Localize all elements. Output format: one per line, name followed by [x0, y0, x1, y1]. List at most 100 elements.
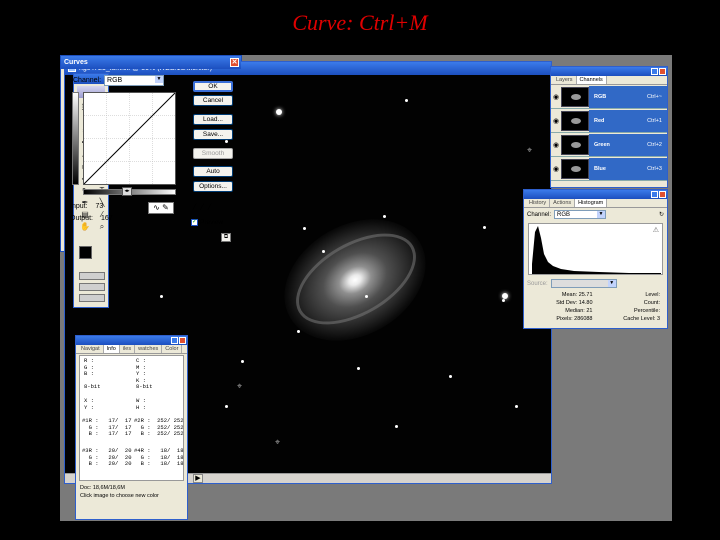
channel-shortcut: Ctrl+3 — [647, 165, 662, 172]
tab-actions[interactable]: Actions — [550, 199, 576, 207]
color-sampler-marker[interactable]: ⌖ — [527, 145, 532, 156]
color-sampler-marker[interactable]: ⌖ — [275, 437, 280, 448]
gray-eyedropper-icon[interactable]: ⁄ — [202, 202, 210, 212]
tab-color[interactable]: Color — [162, 345, 183, 353]
foreground-color-swatch[interactable] — [79, 246, 92, 259]
info-hint: Click image to choose new color — [80, 493, 159, 499]
expand-dialog-icon[interactable]: ⧉ — [221, 233, 231, 242]
visibility-eye-icon[interactable]: ◉ — [551, 117, 561, 125]
smooth-button[interactable]: Smooth — [193, 148, 233, 159]
quick-mask-button[interactable] — [79, 272, 105, 280]
tab-swatches[interactable]: watches — [135, 345, 163, 353]
info-readout: R : G : B : 8-bit C : M : Y : K : 8-bit … — [79, 355, 184, 481]
save-button[interactable]: Save... — [193, 129, 233, 140]
histogram-channel-select[interactable]: RGB ▼ — [554, 210, 607, 219]
stat-value: 25.71 — [578, 292, 593, 298]
curve-plot[interactable] — [83, 92, 176, 185]
hand-tool-icon[interactable]: ✋ — [78, 222, 92, 232]
close-icon[interactable] — [179, 337, 186, 344]
minimize-icon[interactable] — [651, 191, 658, 198]
zoom-tool-icon[interactable]: ⌕ — [95, 222, 109, 232]
load-button[interactable]: Load... — [193, 114, 233, 125]
curves-channel-row: Channel: RGB ▼ — [73, 75, 165, 86]
color-sampler-marker[interactable]: ⌖ — [237, 381, 242, 392]
info-panel-titlebar[interactable] — [76, 336, 187, 345]
visibility-eye-icon[interactable]: ◉ — [551, 165, 561, 173]
channel-row-blue[interactable]: ◉ Blue Ctrl+3 — [551, 157, 667, 181]
minimize-icon[interactable] — [171, 337, 178, 344]
white-eyedropper-icon[interactable]: ⁄ — [209, 202, 217, 212]
stat-count: Count: — [596, 299, 664, 307]
eyedropper-group: ⁄⁄⁄ — [194, 202, 217, 212]
star — [405, 99, 408, 102]
tab-layers[interactable]: Layers — [553, 76, 577, 84]
channel-shortcut: Ctrl+~ — [647, 93, 662, 100]
star — [225, 140, 228, 143]
curve-line[interactable] — [83, 92, 176, 185]
channel-thumbnail — [561, 134, 589, 155]
channel-row-green[interactable]: ◉ Green Ctrl+2 — [551, 133, 667, 157]
options-button[interactable]: Options... — [193, 181, 233, 192]
tab-channels[interactable]: Channels — [576, 76, 607, 84]
stat-label: Std Dev: — [556, 300, 578, 306]
channel-thumbnail — [561, 86, 589, 107]
info-footer: Doc: 18,6M/18,6M Click image to choose n… — [76, 482, 187, 502]
star — [303, 227, 306, 230]
gradient-toggle-icon[interactable]: ◂▸ — [122, 187, 132, 196]
chevron-down-icon: ▼ — [607, 280, 616, 287]
tab-histogram[interactable]: Histogram — [575, 199, 608, 207]
channels-panel: Layers Channels ◉ RGB Ctrl+~ ◉ Red Ctrl+1 … — [550, 66, 668, 188]
sampler-4-readout: #4R : 18/ 18 G : 18/ 18 B : 18/ 18 — [134, 447, 184, 467]
stat-label: Count: — [643, 300, 660, 306]
stat-stddev: Std Dev: 14.80 — [528, 299, 596, 307]
stat-mean: Mean: 25.71 — [528, 291, 596, 299]
histogram-channel-row: Channel: RGB ▼ ↻ — [524, 208, 667, 221]
channel-row-rgb[interactable]: ◉ RGB Ctrl+~ — [551, 85, 667, 109]
rgb-readout: R : G : B : 8-bit — [84, 357, 101, 390]
histogram-channel-label: Channel: — [527, 211, 552, 218]
channel-info: Blue Ctrl+3 — [589, 157, 667, 180]
auto-button[interactable]: Auto — [193, 166, 233, 177]
visibility-eye-icon[interactable]: ◉ — [551, 141, 561, 149]
refresh-icon[interactable]: ↻ — [659, 211, 664, 218]
star — [357, 367, 360, 370]
stat-level: Level: — [596, 291, 664, 299]
input-readout: Input: 73 — [70, 203, 103, 210]
curve-point-icon[interactable]: ∿ — [153, 203, 160, 212]
visibility-eye-icon[interactable]: ◉ — [551, 93, 561, 101]
ok-button[interactable]: OK — [193, 81, 233, 92]
curves-channel-value: RGB — [107, 77, 123, 84]
curves-channel-select[interactable]: RGB ▼ — [104, 75, 165, 86]
cancel-button[interactable]: Cancel — [193, 95, 233, 106]
channel-name: Green — [594, 141, 610, 148]
tab-navigator[interactable]: Navigat — [78, 345, 104, 353]
close-icon[interactable]: ✕ — [230, 58, 239, 67]
preview-checkbox-row[interactable]: ✓ Preview — [191, 219, 223, 226]
cmyk-readout: C : M : Y : K : 8-bit — [136, 357, 153, 390]
star — [515, 405, 518, 408]
jump-to-imageready-button[interactable] — [79, 294, 105, 302]
histogram-source-select[interactable]: ▼ — [550, 279, 617, 288]
minimize-icon[interactable] — [651, 68, 658, 75]
close-icon[interactable] — [659, 68, 666, 75]
pencil-icon[interactable]: ✎ — [162, 203, 169, 212]
curve-pencil-tools[interactable]: ∿ ✎ — [148, 202, 174, 214]
histogram-panel-titlebar[interactable] — [524, 190, 667, 199]
tab-styles[interactable]: iles — [120, 345, 136, 353]
channels-panel-titlebar[interactable] — [551, 67, 667, 76]
preview-checkbox[interactable]: ✓ — [191, 219, 198, 226]
curves-titlebar[interactable]: Curves ✕ — [61, 56, 241, 69]
tab-history[interactable]: History — [526, 199, 551, 207]
screen-mode-button[interactable] — [79, 283, 105, 291]
star — [449, 375, 452, 378]
close-icon[interactable] — [659, 191, 666, 198]
star — [225, 405, 228, 408]
curve-graph[interactable] — [83, 92, 176, 185]
channel-row-red[interactable]: ◉ Red Ctrl+1 — [551, 109, 667, 133]
stat-label: Level: — [645, 292, 660, 298]
tab-info[interactable]: Info — [103, 345, 120, 353]
histogram-shape — [532, 226, 661, 274]
black-eyedropper-icon[interactable]: ⁄ — [194, 202, 202, 212]
scroll-right-arrow[interactable]: ▶ — [193, 474, 203, 483]
doc-size: Doc: 18,6M/18,6M — [80, 485, 125, 491]
